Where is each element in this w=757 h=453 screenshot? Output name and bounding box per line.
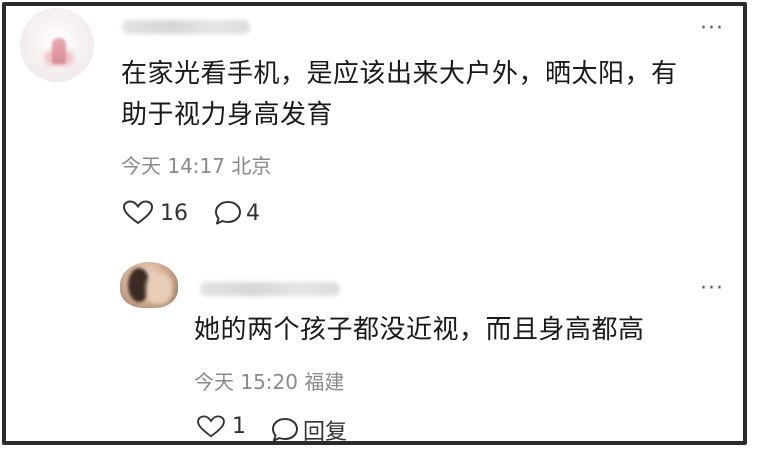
reply-meta: 今天 15:20 福建: [194, 366, 344, 395]
comment-reply-button[interactable]: 4: [214, 200, 260, 226]
reply-reply-button[interactable]: 回复: [271, 414, 347, 446]
comment-more-button[interactable]: ···: [700, 18, 724, 40]
replier-name-blurred[interactable]: [200, 282, 340, 296]
comment-meta: 今天 14:17 北京: [121, 150, 271, 179]
commenter-name-blurred[interactable]: [122, 20, 250, 34]
comment-like-button[interactable]: 16: [122, 200, 188, 226]
commenter-avatar[interactable]: [20, 8, 94, 82]
reply-like-count: 1: [232, 414, 246, 439]
comment-text-line1: 在家光看手机，是应该出来大户外，晒太阳，有: [121, 59, 678, 89]
reply-more-button[interactable]: ···: [700, 278, 724, 300]
heart-outline-icon: [197, 414, 225, 437]
reply-reply-label: 回复: [303, 420, 348, 445]
comment-text-line2: 助于视力身高发育: [121, 100, 334, 130]
replier-avatar[interactable]: [120, 262, 178, 308]
more-horizontal-icon: ···: [700, 16, 724, 41]
more-horizontal-icon: ···: [700, 276, 724, 301]
speech-bubble-icon: [215, 201, 241, 225]
speech-bubble-icon: [272, 418, 298, 442]
heart-outline-icon: [122, 200, 154, 225]
comment-like-count: 16: [160, 200, 188, 226]
reply-like-button[interactable]: 1: [196, 414, 246, 439]
reply-time: 今天 15:20: [194, 370, 298, 394]
comment-location: 北京: [231, 154, 272, 178]
comment-time: 今天 14:17: [121, 154, 225, 178]
reply-location: 福建: [304, 370, 345, 394]
comment-reply-count: 4: [246, 200, 260, 226]
reply-text: 她的两个孩子都没近视，而且身高都高: [194, 315, 645, 345]
